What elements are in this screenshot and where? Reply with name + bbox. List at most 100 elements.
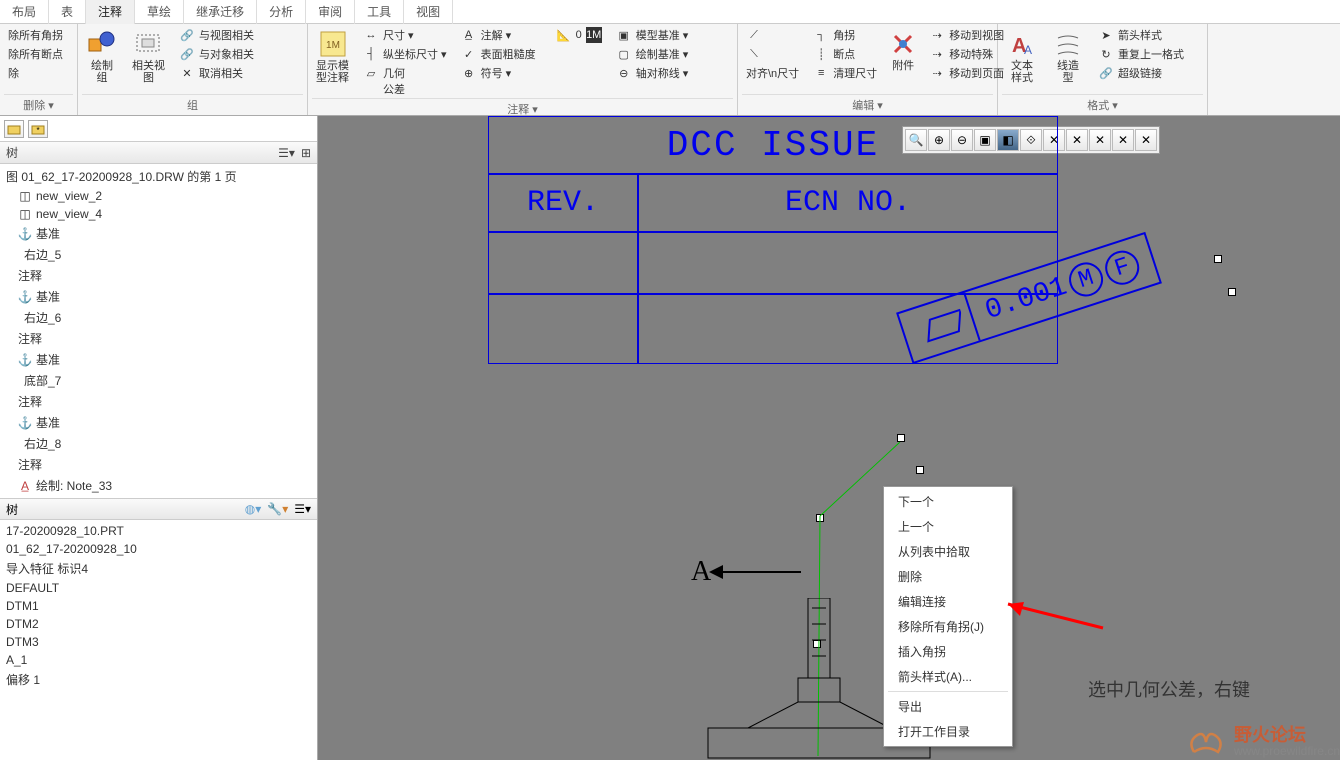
ctx-export[interactable]: 导出 [884, 694, 1012, 719]
selection-handle[interactable] [916, 466, 924, 474]
text-style-button[interactable]: AA 文本 样式 [1002, 26, 1042, 86]
hyperlink[interactable]: 🔗超级链接 [1094, 64, 1188, 82]
tree-item[interactable]: A̲绘制: Note_33 [12, 475, 317, 496]
tree-item[interactable]: ⚓基准 [12, 349, 317, 370]
align[interactable]: 对齐\n尺寸 [742, 64, 803, 82]
ctx-open-dir[interactable]: 打开工作目录 [884, 719, 1012, 744]
break[interactable]: ┊断点 [809, 45, 881, 63]
tree-root[interactable]: 图 01_62_17-20200928_10.DRW 的第 1 页 [0, 166, 317, 187]
model-datum[interactable]: ▣模型基准 ▾ [612, 26, 693, 44]
tree-item[interactable]: 注释 [12, 454, 317, 475]
tab-analysis[interactable]: 分析 [257, 0, 306, 24]
tree-item[interactable]: 导入特征 标识4 [0, 558, 317, 579]
tab-view[interactable]: 视图 [404, 0, 453, 24]
relate-to-object[interactable]: 🔗与对象相关 [175, 45, 258, 63]
note-icon: A̲ [18, 479, 32, 493]
tab-tools[interactable]: 工具 [355, 0, 404, 24]
tool-button[interactable]: ✕ [1135, 129, 1157, 151]
tab-table[interactable]: 表 [49, 0, 86, 24]
move-special[interactable]: ⇢移动特殊 [925, 45, 1008, 63]
attachment-button[interactable]: 附件 [887, 26, 919, 74]
symbol[interactable]: ⊕符号 ▾ [457, 64, 540, 82]
surface-finish[interactable]: ✓表面粗糙度 [457, 45, 540, 63]
ctx-arrow-style[interactable]: 箭头样式(A)... [884, 664, 1012, 689]
model-tool-1[interactable]: ◍▾ [245, 502, 262, 516]
tree-expand-icon[interactable]: ⊞ [301, 146, 311, 160]
remove[interactable]: 除 [4, 64, 67, 82]
text-style-icon: AA [1006, 28, 1038, 60]
clean-dims[interactable]: ≡清理尺寸 [809, 64, 881, 82]
clean-icon: ≡ [813, 65, 829, 81]
tree-item[interactable]: 右边_5 [12, 244, 317, 265]
ctx-next[interactable]: 下一个 [884, 489, 1012, 514]
ctx-pick-from-list[interactable]: 从列表中拾取 [884, 539, 1012, 564]
tree-item[interactable]: ⚓基准 [12, 412, 317, 433]
ordinate-dim[interactable]: ┤纵坐标尺寸 ▾ [359, 45, 451, 63]
tab-sketch[interactable]: 草绘 [135, 0, 184, 24]
split2[interactable]: ⟍ [742, 45, 803, 63]
tree-item[interactable]: DEFAULT [0, 579, 317, 597]
tab-layout[interactable]: 布局 [0, 0, 49, 24]
tool-button[interactable]: ✕ [1112, 129, 1134, 151]
tree-item[interactable]: ⚓基准 [12, 223, 317, 244]
ctx-separator [888, 691, 1008, 692]
selection-handle[interactable] [1214, 255, 1222, 263]
ctx-prev[interactable]: 上一个 [884, 514, 1012, 539]
draw-datum[interactable]: ▢绘制基准 ▾ [612, 45, 693, 63]
tree-item[interactable]: 右边_6 [12, 307, 317, 328]
tree-item[interactable]: DTM2 [0, 615, 317, 633]
ctx-insert-elbow[interactable]: 插入角拐 [884, 639, 1012, 664]
tree-item[interactable]: A_1 [0, 651, 317, 669]
unrelate[interactable]: ✕取消相关 [175, 64, 258, 82]
selection-handle[interactable] [816, 514, 824, 522]
drawing-canvas[interactable]: 🔍 ⊕ ⊖ ▣ ◧ ⟐ ✕ ✕ ✕ ✕ ✕ DCC ISSUE REV.ECN … [318, 116, 1340, 760]
tree-item[interactable]: ⚓基准 [12, 286, 317, 307]
tree-item[interactable]: 01_62_17-20200928_10 [0, 540, 317, 558]
tree-item[interactable]: 偏移 1 [0, 669, 317, 690]
tab-annotate[interactable]: 注释 [86, 0, 135, 24]
tree-item[interactable]: ◫new_view_4 [12, 205, 317, 223]
tree-item[interactable]: 17-20200928_10.PRT [0, 522, 317, 540]
tree-item[interactable]: 注释 [12, 391, 317, 412]
line-style-button[interactable]: 线造 型 [1048, 26, 1088, 86]
arrow-style[interactable]: ➤箭头样式 [1094, 26, 1188, 44]
move-to-view[interactable]: ⇢移动到视图 [925, 26, 1008, 44]
show-model-annotations[interactable]: 1M 显示模 型注释 [312, 26, 353, 86]
tree-item[interactable]: 注释 [12, 265, 317, 286]
relate-to-view[interactable]: 🔗与视图相关 [175, 26, 258, 44]
split[interactable]: ⟋ [742, 26, 803, 44]
ctx-remove-elbows[interactable]: 移除所有角拐(J) [884, 614, 1012, 639]
tree-item[interactable]: ◫new_view_2 [12, 187, 317, 205]
ctx-edit-attach[interactable]: 编辑连接 [884, 589, 1012, 614]
folder-button-1[interactable] [4, 120, 24, 138]
tool-button[interactable]: ✕ [1066, 129, 1088, 151]
model-tool-2[interactable]: 🔧▾ [267, 502, 288, 516]
folder-button-2[interactable]: * [28, 120, 48, 138]
gtol-button[interactable]: ▱几何 公差 [359, 64, 451, 98]
tab-inherit[interactable]: 继承迁移 [184, 0, 257, 24]
tree-item[interactable]: 底部_7 [12, 370, 317, 391]
remove-breaks[interactable]: 除所有断点 [4, 45, 67, 63]
tree-item[interactable]: 注释 [12, 328, 317, 349]
move-to-page[interactable]: ⇢移动到页面 [925, 64, 1008, 82]
tree-item[interactable]: DTM1 [0, 597, 317, 615]
tree-item[interactable]: DTM3 [0, 633, 317, 651]
remove-elbows[interactable]: 除所有角拐 [4, 26, 67, 44]
related-view-button[interactable]: 相关视 图 [128, 26, 169, 86]
dimension[interactable]: ↔尺寸 ▾ [359, 26, 451, 44]
ref-dim[interactable]: 📐01M [552, 26, 606, 44]
tool-button[interactable]: ✕ [1089, 129, 1111, 151]
tree-item[interactable]: 右边_8 [12, 433, 317, 454]
draw-group-button[interactable]: 绘制 组 [82, 26, 122, 86]
model-tool-3[interactable]: ☰▾ [294, 502, 311, 516]
repeat-format[interactable]: ↻重复上一格式 [1094, 45, 1188, 63]
axis-sym[interactable]: ⊖轴对称线 ▾ [612, 64, 693, 82]
elbow[interactable]: ┐角拐 [809, 26, 881, 44]
hint-text: 选中几何公差，右键 [1088, 676, 1250, 702]
tree-settings-icon[interactable]: ☰▾ [278, 146, 295, 160]
selection-handle[interactable] [897, 434, 905, 442]
ctx-delete[interactable]: 删除 [884, 564, 1012, 589]
selection-handle[interactable] [1228, 288, 1236, 296]
note[interactable]: A̲注解 ▾ [457, 26, 540, 44]
tab-review[interactable]: 审阅 [306, 0, 355, 24]
